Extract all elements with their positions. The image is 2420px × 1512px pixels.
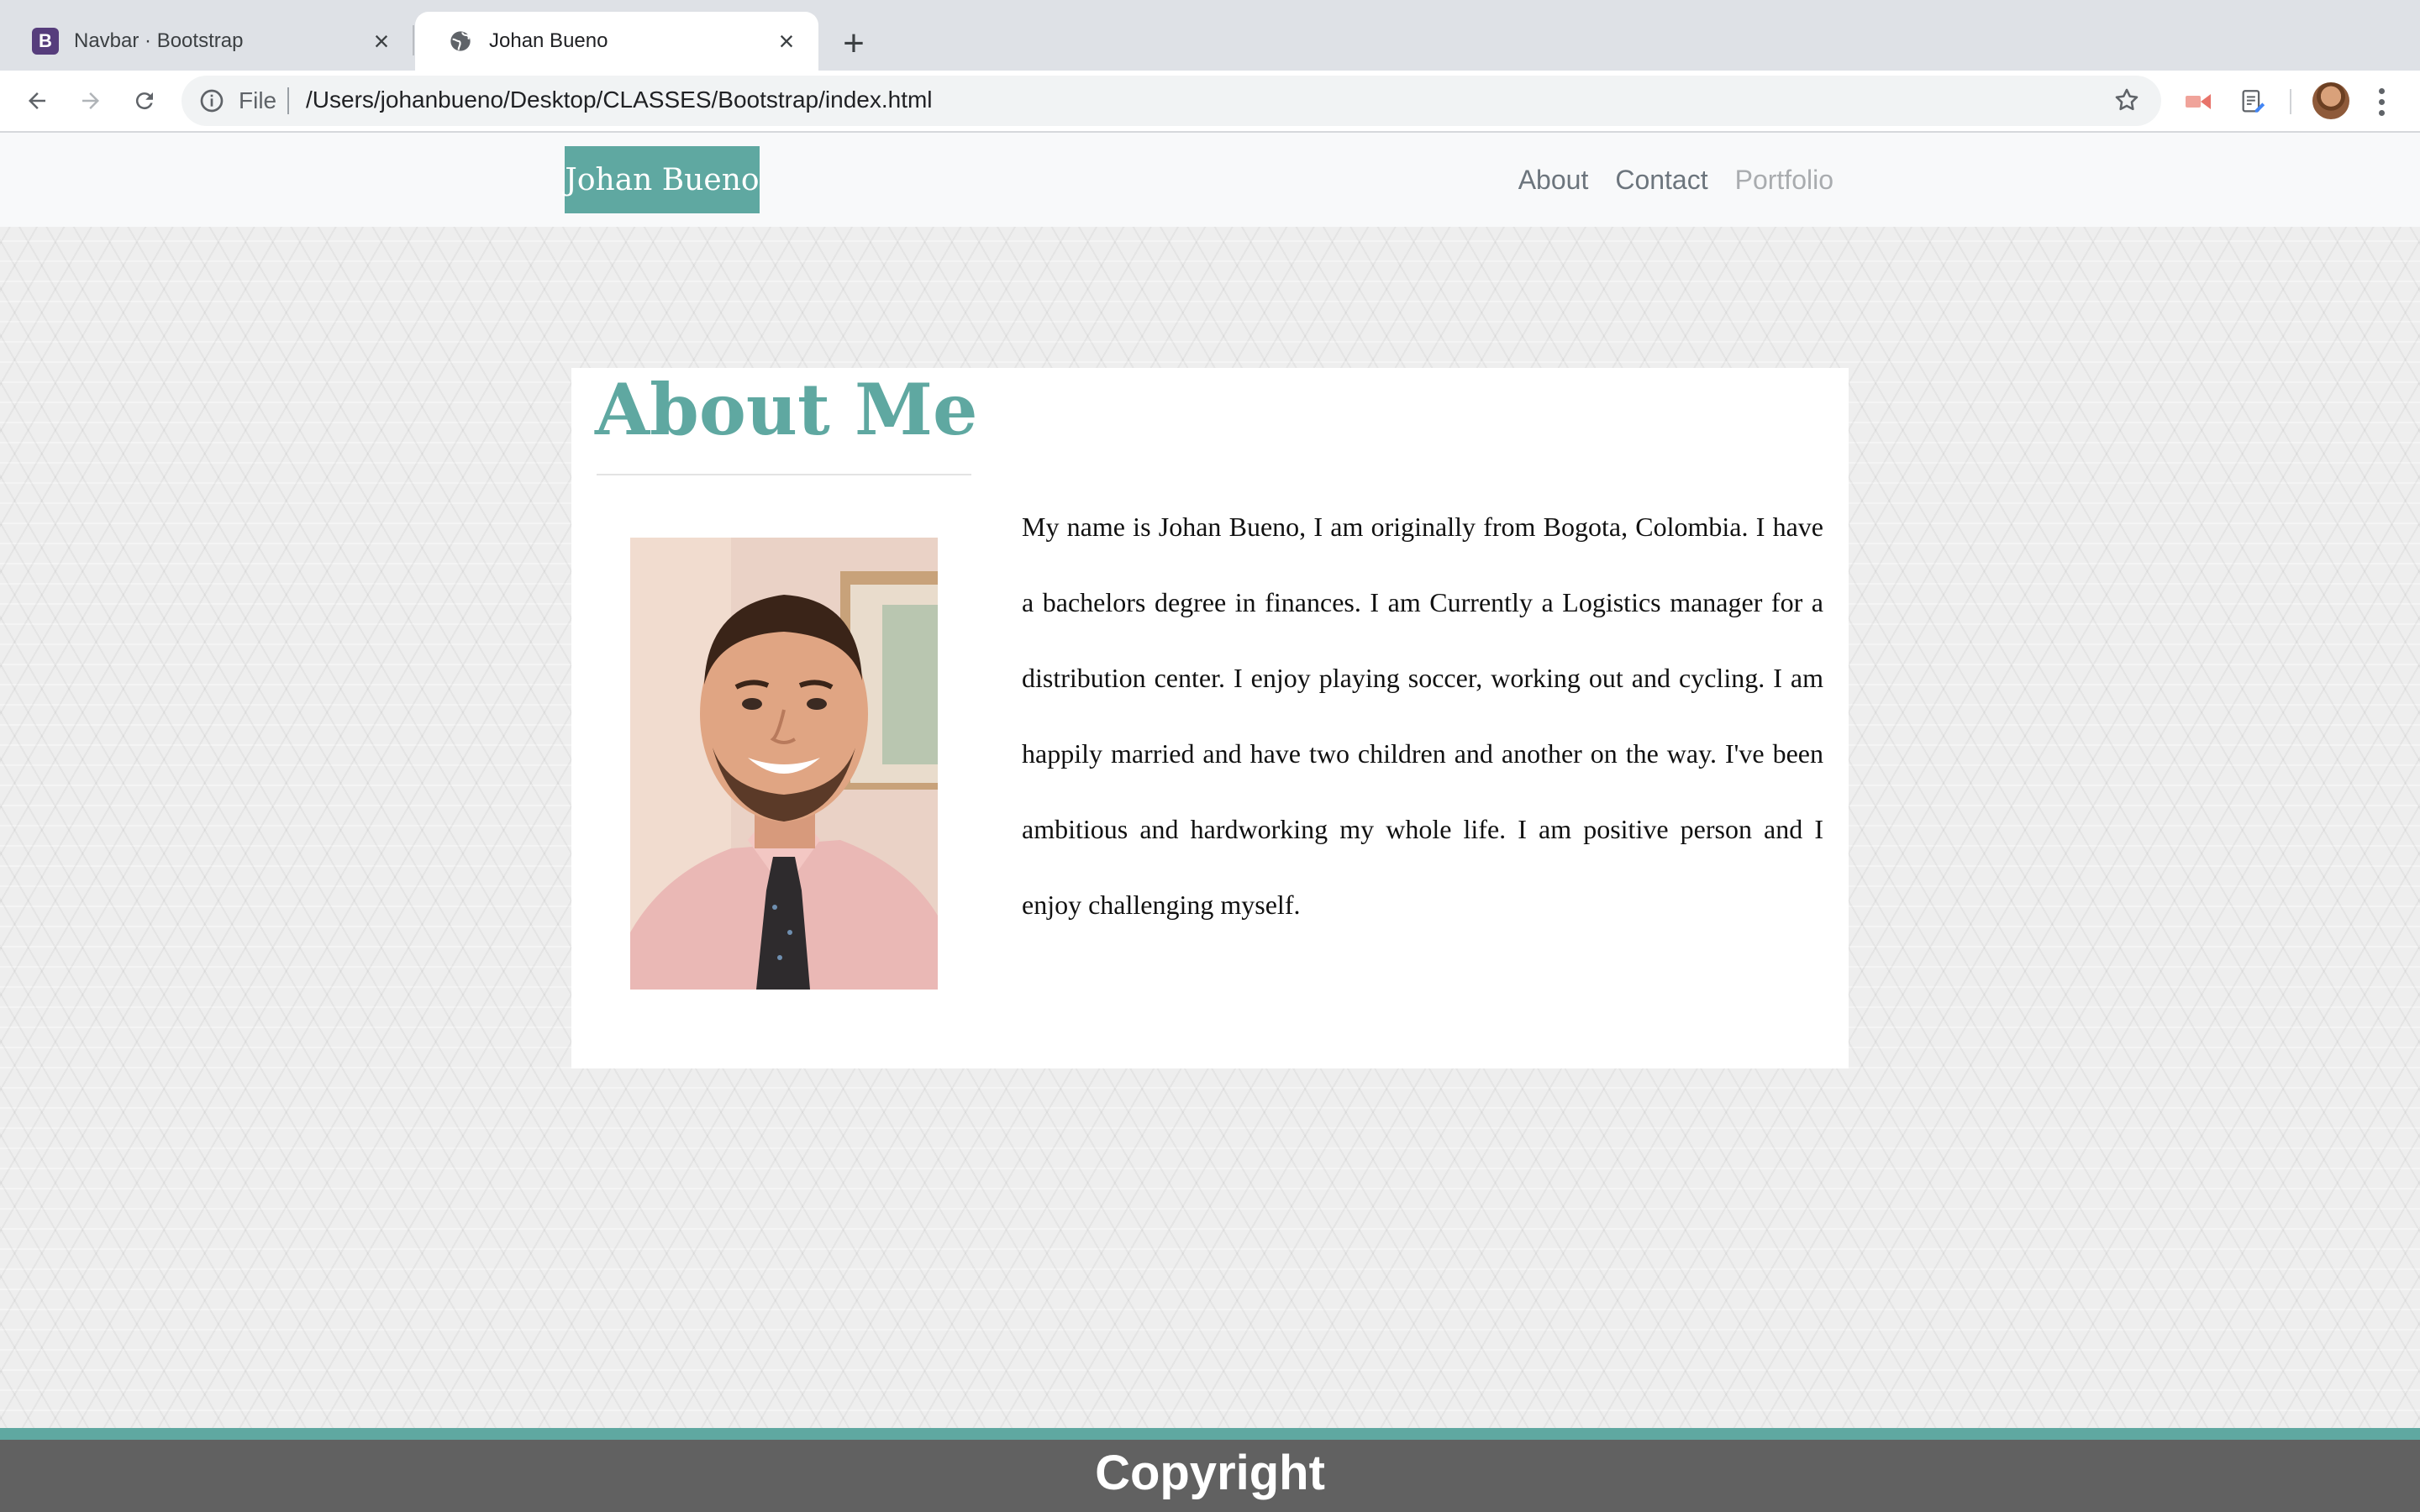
about-card: About Me My name is Johan Bueno, I am or… <box>571 368 1849 1068</box>
footer-copyright: Copyright <box>1095 1446 1325 1500</box>
tab-title: Navbar · Bootstrap <box>74 29 244 52</box>
heading-divider <box>597 474 971 475</box>
forward-arrow-icon[interactable] <box>69 79 113 123</box>
profile-avatar[interactable] <box>2312 82 2349 119</box>
tab-title: Johan Bueno <box>489 29 608 52</box>
url-text[interactable]: /Users/johanbueno/Desktop/CLASSES/Bootst… <box>306 87 933 113</box>
page-viewport: Johan Bueno About Contact Portfolio Abou… <box>0 133 2420 1512</box>
about-bio-text: My name is Johan Bueno, I am originally … <box>1022 512 1823 920</box>
new-tab-button[interactable]: + <box>832 22 876 66</box>
bootstrap-favicon-icon: B <box>32 28 59 55</box>
tab-navbar-bootstrap[interactable]: B Navbar · Bootstrap × <box>0 12 413 71</box>
tab-johan-bueno[interactable]: Johan Bueno × <box>415 12 818 71</box>
globe-icon <box>447 28 474 55</box>
back-arrow-icon[interactable] <box>15 79 59 123</box>
toolbar-divider <box>2290 89 2291 114</box>
notes-extension-icon[interactable] <box>2232 81 2274 123</box>
navbar-brand[interactable]: Johan Bueno <box>565 146 760 213</box>
navbar-links: About Contact Portfolio <box>1518 158 1833 202</box>
address-bar[interactable]: File /Users/johanbueno/Desktop/CLASSES/B… <box>182 76 2161 126</box>
site-footer: Copyright <box>0 1428 2420 1512</box>
browser-tab-strip: B Navbar · Bootstrap × Johan Bueno × + <box>0 0 2420 71</box>
url-scheme-label: File <box>239 87 277 113</box>
cast-extension-icon[interactable] <box>2178 81 2220 123</box>
nav-link-portfolio[interactable]: Portfolio <box>1735 165 1833 196</box>
page-title: About Me <box>595 368 978 451</box>
nav-link-contact[interactable]: Contact <box>1615 165 1707 196</box>
nav-link-about[interactable]: About <box>1518 165 1589 196</box>
bookmark-star-icon[interactable] <box>2112 86 2143 116</box>
omnibox-divider <box>287 87 289 114</box>
browser-toolbar: File /Users/johanbueno/Desktop/CLASSES/B… <box>0 71 2420 133</box>
tab-separator <box>413 25 414 55</box>
site-navbar: Johan Bueno About Contact Portfolio <box>0 133 2420 227</box>
reload-icon[interactable] <box>123 79 166 123</box>
profile-photo <box>630 538 938 990</box>
close-tab-icon[interactable]: × <box>368 26 395 56</box>
info-icon[interactable] <box>198 87 225 114</box>
menu-kebab-icon[interactable] <box>2365 81 2398 123</box>
close-tab-icon[interactable]: × <box>773 26 800 56</box>
